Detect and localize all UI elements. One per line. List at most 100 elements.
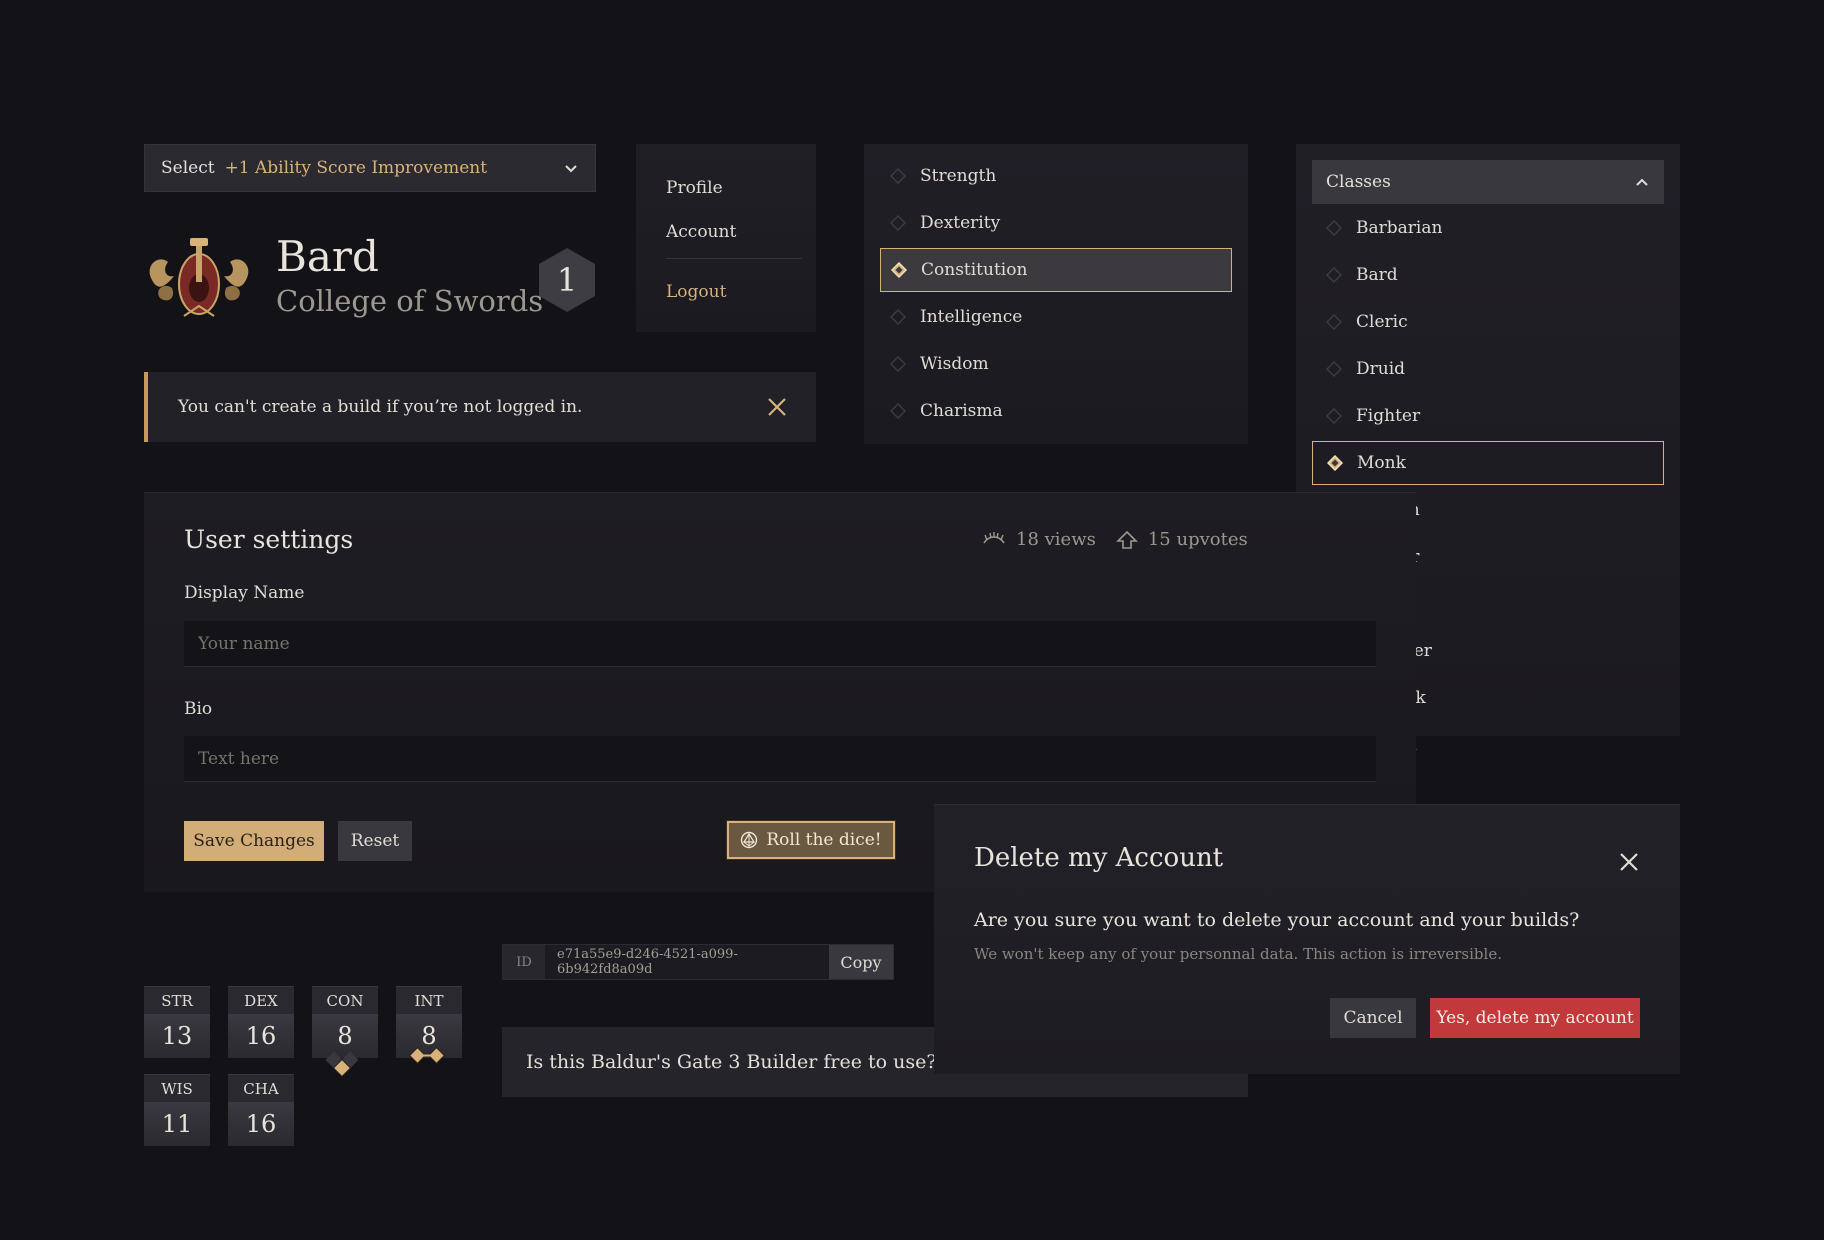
reset-button[interactable]: Reset xyxy=(338,821,412,861)
stat-key: DEX xyxy=(228,986,294,1014)
stat-key: CHA xyxy=(228,1074,294,1102)
diamond-icon xyxy=(1326,220,1342,236)
bio-field xyxy=(184,736,1376,782)
profile-menu: Profile Account Logout xyxy=(636,144,816,332)
diamond-link-icon xyxy=(409,1047,445,1064)
level-badge: 1 xyxy=(536,246,598,314)
roll-dice-button[interactable]: Roll the dice! xyxy=(727,821,895,859)
menu-item-logout[interactable]: Logout xyxy=(666,282,726,302)
stat-key: CON xyxy=(312,986,378,1014)
character-header: Bard College of Swords 1 xyxy=(144,228,600,328)
modal-question: Are you sure you want to delete your acc… xyxy=(974,909,1580,931)
stat-value: 16 xyxy=(228,1102,294,1146)
select-label: Select xyxy=(161,158,215,178)
ability-option-label: Charisma xyxy=(920,401,1003,421)
display-name-label: Display Name xyxy=(184,583,305,603)
notice-text: You can't create a build if you’re not l… xyxy=(178,397,583,417)
class-option-cleric[interactable]: Cleric xyxy=(1312,300,1664,344)
diamond-icon xyxy=(890,168,906,184)
eye-icon xyxy=(983,531,1005,543)
level-value: 1 xyxy=(556,261,578,299)
class-option-fighter[interactable]: Fighter xyxy=(1312,394,1664,438)
stat-value: 13 xyxy=(144,1014,210,1058)
views-count: 18 views xyxy=(1016,529,1096,550)
ability-option-label: Intelligence xyxy=(920,307,1023,327)
stat-value: 11 xyxy=(144,1102,210,1146)
bio-label: Bio xyxy=(184,699,213,719)
classes-dropdown-header[interactable]: Classes xyxy=(1312,160,1664,204)
build-id-field: ID e71a55e9-d246-4521-a099-6b942fd8a09d … xyxy=(502,944,894,980)
diamond-icon xyxy=(1326,267,1342,283)
chevron-down-icon xyxy=(565,165,577,173)
class-option-druid[interactable]: Druid xyxy=(1312,347,1664,391)
class-option-label: Druid xyxy=(1356,359,1406,379)
ability-option-constitution[interactable]: Constitution xyxy=(880,248,1232,292)
ability-improvement-select[interactable]: Select +1 Ability Score Improvement xyxy=(144,144,596,192)
class-option-barbarian[interactable]: Barbarian xyxy=(1312,206,1664,250)
diamond-icon xyxy=(1326,314,1342,330)
stat-value: 16 xyxy=(228,1014,294,1058)
menu-item-account[interactable]: Account xyxy=(666,222,736,242)
stat-key: WIS xyxy=(144,1074,210,1102)
stat-key: STR xyxy=(144,986,210,1014)
confirm-delete-button[interactable]: Yes, delete my account xyxy=(1430,998,1640,1038)
ability-option-label: Wisdom xyxy=(920,354,989,374)
stat-key: INT xyxy=(396,986,462,1014)
display-name-input[interactable] xyxy=(198,633,1376,654)
diamond-icon xyxy=(1326,361,1342,377)
stat-box-wis: WIS 11 xyxy=(144,1074,210,1146)
diamond-icon xyxy=(890,309,906,325)
chevron-up-icon xyxy=(1636,178,1648,186)
character-subclass: College of Swords xyxy=(276,284,544,318)
class-option-bard[interactable]: Bard xyxy=(1312,253,1664,297)
character-name: Bard xyxy=(276,232,379,281)
ability-option-intelligence[interactable]: Intelligence xyxy=(880,295,1232,339)
copy-button[interactable]: Copy xyxy=(829,945,893,979)
diamond-icon xyxy=(890,215,906,231)
build-stats: 18 views 15 upvotes xyxy=(982,529,1248,550)
class-option-monk[interactable]: Monk xyxy=(1312,441,1664,485)
class-option-label: Barbarian xyxy=(1356,218,1443,238)
classes-header-label: Classes xyxy=(1326,172,1391,192)
d20-icon xyxy=(741,831,758,849)
stat-box-cha: CHA 16 xyxy=(228,1074,294,1146)
delete-account-modal: Delete my Account Are you sure you want … xyxy=(934,804,1680,1074)
diamond-icon xyxy=(1327,455,1343,471)
id-tag: ID xyxy=(503,945,545,979)
diamond-icon xyxy=(1326,408,1342,424)
settings-title: User settings xyxy=(184,525,354,554)
login-notice: You can't create a build if you’re not l… xyxy=(144,372,816,442)
ability-option-label: Dexterity xyxy=(920,213,1001,233)
stat-box-dex: DEX 16 xyxy=(228,986,294,1058)
close-icon[interactable] xyxy=(766,396,788,418)
modal-note: We won't keep any of your personnal data… xyxy=(974,945,1502,963)
menu-divider xyxy=(666,258,802,259)
ability-option-label: Constitution xyxy=(921,260,1028,280)
stat-box-str: STR 13 xyxy=(144,986,210,1058)
display-name-field xyxy=(184,621,1376,667)
diamond-icon xyxy=(890,403,906,419)
bio-input[interactable] xyxy=(198,748,1376,769)
diamond-icon xyxy=(890,356,906,372)
ability-option-charisma[interactable]: Charisma xyxy=(880,389,1232,433)
modal-title: Delete my Account xyxy=(974,843,1224,873)
roll-dice-label: Roll the dice! xyxy=(766,830,882,850)
ability-list: Strength Dexterity Constitution Intelligenc… xyxy=(864,144,1248,444)
diamond-icon xyxy=(891,262,907,278)
upvotes-count: 15 upvotes xyxy=(1147,529,1248,550)
id-value: e71a55e9-d246-4521-a099-6b942fd8a09d xyxy=(557,947,738,977)
ability-option-strength[interactable]: Strength xyxy=(880,154,1232,198)
cancel-button[interactable]: Cancel xyxy=(1330,998,1416,1038)
class-option-label: Cleric xyxy=(1356,312,1408,332)
upvote-icon xyxy=(1115,530,1138,549)
close-icon[interactable] xyxy=(1618,851,1640,873)
faq-question: Is this Baldur's Gate 3 Builder free to … xyxy=(526,1051,937,1073)
bard-emblem xyxy=(149,238,249,317)
ability-option-dexterity[interactable]: Dexterity xyxy=(880,201,1232,245)
save-changes-button[interactable]: Save Changes xyxy=(184,821,324,861)
diamond-pair-icon xyxy=(325,1051,359,1078)
class-option-label: Bard xyxy=(1356,265,1398,285)
ability-option-wisdom[interactable]: Wisdom xyxy=(880,342,1232,386)
class-option-label: Monk xyxy=(1357,453,1406,473)
menu-item-profile[interactable]: Profile xyxy=(666,178,723,198)
